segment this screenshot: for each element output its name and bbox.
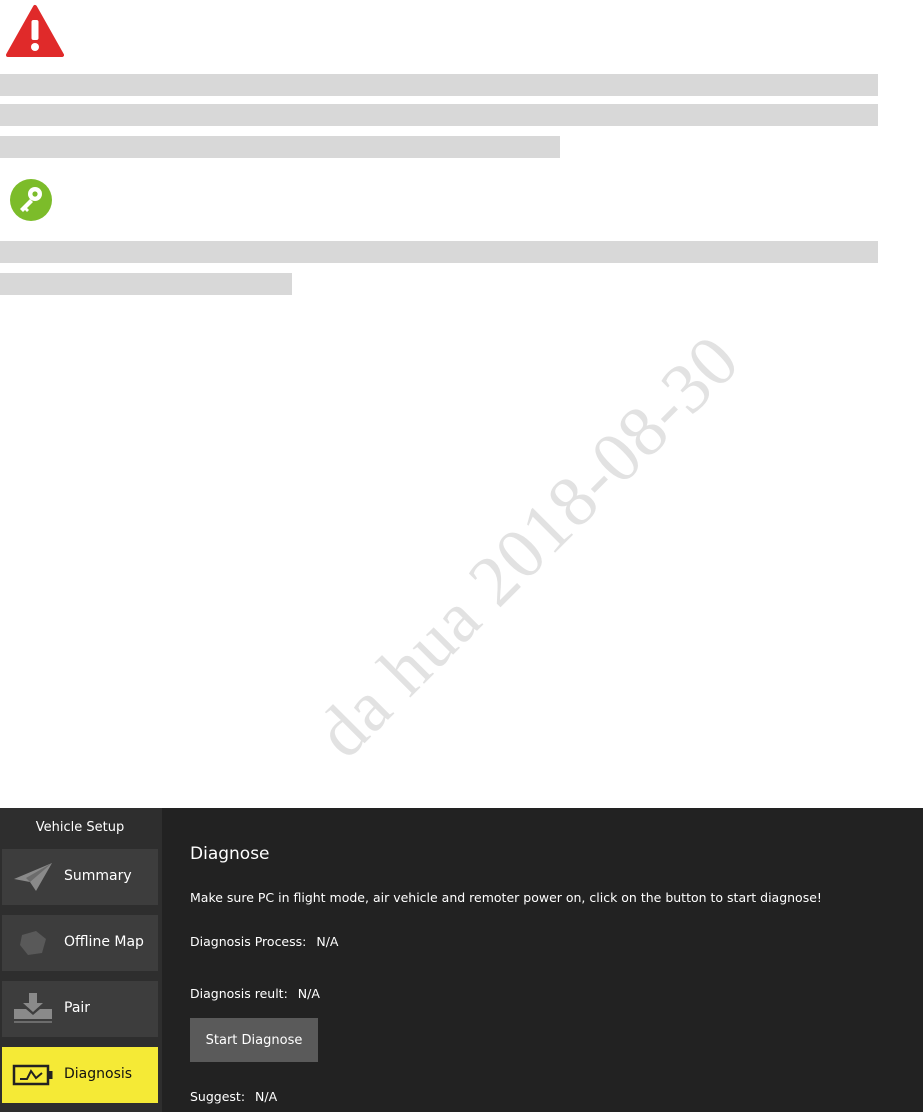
redacted-text-line [0,136,560,158]
sidebar-item-diagnosis[interactable]: Diagnosis [2,1047,158,1103]
diagnosis-process-label: Diagnosis Process: [190,934,307,949]
paper-plane-icon [14,863,52,891]
sidebar-title: Vehicle Setup [35,820,125,835]
suggest-row: Suggest: N/A [190,1089,277,1104]
sidebar-item-label: Pair [64,1000,91,1016]
battery-pulse-icon [12,1064,53,1086]
redacted-text-line [0,241,878,263]
key-icon [10,179,52,221]
sidebar-item-summary[interactable]: Summary [2,849,158,905]
suggest-value: N/A [255,1089,278,1104]
redacted-text-line [0,104,878,126]
start-diagnose-button[interactable]: Start Diagnose [190,1018,318,1062]
page-title: Diagnose [190,844,270,864]
sidebar-item-offline-map[interactable]: Offline Map [2,915,158,971]
instruction-text: Make sure PC in flight mode, air vehicle… [190,890,822,905]
diagnosis-result-label: Diagnosis reult: [190,986,288,1001]
diagnose-panel: Diagnose Make sure PC in flight mode, ai… [162,808,923,1112]
redacted-text-line [0,273,292,295]
watermark: da hua 2018-08-30 [301,319,755,773]
vehicle-setup-window: Vehicle Setup Summary Offline Map Pair D… [0,808,923,1112]
sidebar-item-pair[interactable]: Pair [2,981,158,1037]
sidebar-item-label: Offline Map [64,934,144,950]
map-icon [20,931,46,955]
diagnosis-process-value: N/A [316,934,339,949]
sidebar-item-label: Summary [64,868,132,884]
warning-triangle-icon [6,5,64,57]
sidebar: Vehicle Setup Summary Offline Map Pair D… [0,808,162,1112]
diagnosis-result-row: Diagnosis reult: N/A [190,986,320,1001]
redacted-text-line [0,74,878,96]
suggest-label: Suggest: [190,1089,246,1104]
document-page: da hua 2018-08-30 Vehicle Setup Summary … [0,0,923,1112]
diagnosis-result-value: N/A [297,986,320,1001]
download-tray-icon [14,993,52,1023]
sidebar-item-label: Diagnosis [64,1066,133,1082]
diagnosis-process-row: Diagnosis Process: N/A [190,934,338,949]
